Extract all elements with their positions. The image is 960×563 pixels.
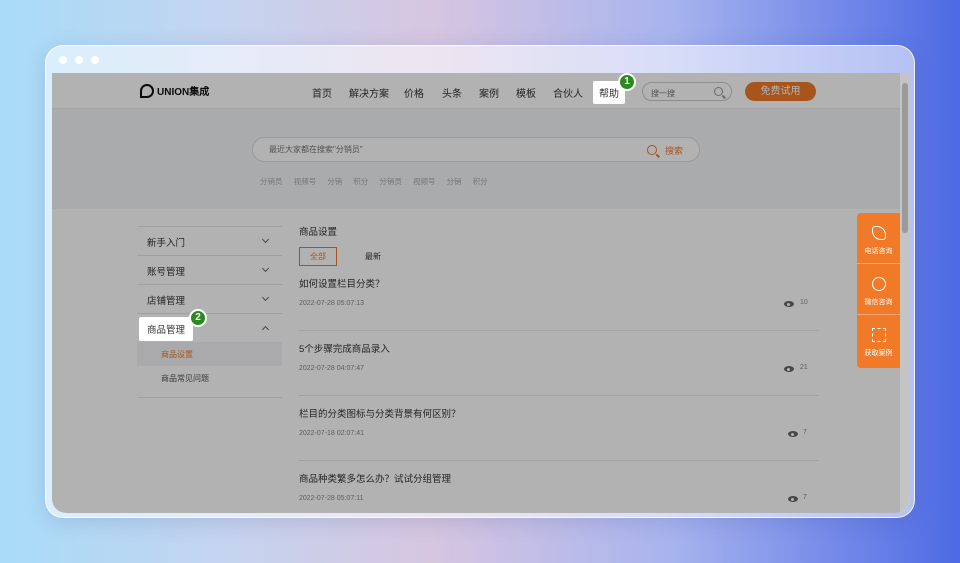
free-trial-button[interactable]: 免费试用 (745, 82, 816, 101)
hot-tag[interactable]: 视频号 (294, 177, 317, 186)
contact-label: 微信咨询 (864, 299, 893, 306)
chevron-up-icon (261, 325, 270, 334)
article-date: 2022-07-28 05:07:11 (299, 495, 364, 502)
top-search-box[interactable] (642, 82, 732, 101)
view-count: 21 (800, 364, 808, 371)
sidebar-item-label: 账号管理 (147, 267, 186, 278)
step-badge-1: 1 (618, 73, 636, 91)
top-search-input[interactable] (651, 89, 711, 98)
contact-label: 获取案例 (864, 350, 893, 357)
sidebar-item-label: 店铺管理 (147, 296, 186, 307)
hot-search-tags: 分销员 视频号 分销 积分 分销员 视频号 分销 积分 (260, 176, 497, 187)
list-item[interactable]: 5个步骤完成商品录入 2022-07-28 04:07:47 21 (299, 331, 819, 396)
window-control-dot[interactable] (91, 56, 99, 64)
hot-tag[interactable]: 分销员 (379, 177, 402, 186)
wechat-icon (872, 277, 886, 291)
window-control-dot[interactable] (75, 56, 83, 64)
hot-tag[interactable]: 积分 (473, 177, 488, 186)
article-date: 2022-07-28 04:07:47 (299, 365, 364, 372)
eye-icon (784, 366, 794, 372)
browser-window: UNION集成 首页 解决方案 价格 头条 案例 模板 合伙人 免费试用 (45, 45, 915, 518)
sidebar-item-label[interactable]: 商品管理 (139, 317, 194, 341)
sidebar-subitem-product-settings[interactable]: 商品设置 (137, 342, 282, 366)
sidebar-item-products[interactable]: 商品管理 (137, 313, 282, 342)
search-icon[interactable] (714, 87, 723, 96)
nav-cases[interactable]: 案例 (479, 85, 499, 100)
help-center-page: UNION集成 首页 解决方案 价格 头条 案例 模板 合伙人 免费试用 (52, 73, 900, 513)
article-date: 2022-07-18 02:07:41 (299, 430, 364, 437)
article-title[interactable]: 5个步骤完成商品录入 (299, 341, 390, 355)
logo-text: UNION集成 (157, 87, 210, 98)
hero-search-input[interactable] (269, 145, 569, 154)
chevron-down-icon (261, 264, 270, 273)
hot-tag[interactable]: 分销员 (260, 177, 283, 186)
view-count: 10 (800, 299, 808, 306)
eye-icon (788, 496, 798, 502)
window-control-dot[interactable] (59, 56, 67, 64)
view-count: 7 (803, 429, 807, 436)
category-sidebar: 新手入门 账号管理 店铺管理 商品管理 商品设置 商品常见问题 (137, 226, 282, 398)
sidebar-item-getting-started[interactable]: 新手入门 (137, 226, 282, 255)
sidebar-item-label: 新手入门 (147, 238, 186, 249)
vertical-scrollbar[interactable] (900, 73, 910, 513)
hero-search-button[interactable]: 搜索 (665, 144, 683, 157)
list-item[interactable]: 栏目的分类图标与分类背景有何区别？ 2022-07-18 02:07:41 7 (299, 396, 819, 461)
nav-partners[interactable]: 合伙人 (553, 85, 583, 100)
filter-tabs: 全部 最新 (299, 247, 819, 266)
hot-tag[interactable]: 分销 (327, 177, 342, 186)
tab-all[interactable]: 全部 (299, 247, 337, 266)
nav-templates[interactable]: 模板 (516, 85, 536, 100)
search-icon[interactable] (647, 145, 657, 155)
hero-search-box[interactable]: 搜索 (252, 137, 700, 162)
sidebar-item-account[interactable]: 账号管理 (137, 255, 282, 284)
top-navigation: UNION集成 首页 解决方案 价格 头条 案例 模板 合伙人 免费试用 (52, 73, 900, 109)
contact-wechat[interactable]: 微信咨询 (857, 264, 900, 315)
view-count: 7 (803, 494, 807, 501)
hot-tag[interactable]: 视频号 (413, 177, 436, 186)
scrollbar-thumb[interactable] (902, 83, 908, 233)
sidebar-item-store[interactable]: 店铺管理 (137, 284, 282, 313)
tab-latest[interactable]: 最新 (355, 248, 391, 265)
nav-pricing[interactable]: 价格 (404, 85, 424, 100)
nav-home[interactable]: 首页 (312, 85, 332, 100)
contact-panel: 电话咨询 微信咨询 获取案例 (857, 213, 900, 368)
chevron-down-icon (261, 293, 270, 302)
chevron-down-icon (261, 235, 270, 244)
qr-code-icon (872, 328, 886, 342)
hero-search-section: 搜索 分销员 视频号 分销 积分 分销员 视频号 分销 积分 (52, 109, 900, 209)
list-item[interactable]: 商品种类繁多怎么办？试试分组管理 2022-07-28 05:07:11 7 (299, 461, 819, 513)
hot-tag[interactable]: 分销 (447, 177, 462, 186)
article-date: 2022-07-28 05:07:13 (299, 300, 364, 307)
contact-cases[interactable]: 获取案例 (857, 315, 900, 366)
article-title[interactable]: 如何设置栏目分类？ (299, 276, 385, 290)
page-viewport: UNION集成 首页 解决方案 价格 头条 案例 模板 合伙人 免费试用 (52, 73, 910, 513)
sidebar-divider (137, 390, 282, 398)
sidebar-subitem-product-faq[interactable]: 商品常见问题 (137, 366, 282, 390)
logo-icon (140, 83, 154, 98)
contact-label: 电话咨询 (864, 248, 893, 255)
logo[interactable]: UNION集成 (140, 83, 209, 98)
eye-icon (784, 301, 794, 307)
list-item[interactable]: 如何设置栏目分类？ 2022-07-28 05:07:13 10 (299, 266, 819, 331)
article-title[interactable]: 商品种类繁多怎么办？试试分组管理 (299, 471, 451, 485)
phone-icon (872, 226, 886, 240)
article-title[interactable]: 栏目的分类图标与分类背景有何区别？ (299, 406, 461, 420)
hot-tag[interactable]: 积分 (353, 177, 368, 186)
eye-icon (788, 431, 798, 437)
contact-phone[interactable]: 电话咨询 (857, 213, 900, 264)
step-badge-2: 2 (189, 309, 207, 327)
nav-solutions[interactable]: 解决方案 (349, 85, 389, 100)
nav-headlines[interactable]: 头条 (442, 85, 462, 100)
article-list-section: 商品设置 全部 最新 如何设置栏目分类？ 2022-07-28 05:07:13… (299, 224, 819, 513)
page-title: 商品设置 (299, 227, 338, 238)
